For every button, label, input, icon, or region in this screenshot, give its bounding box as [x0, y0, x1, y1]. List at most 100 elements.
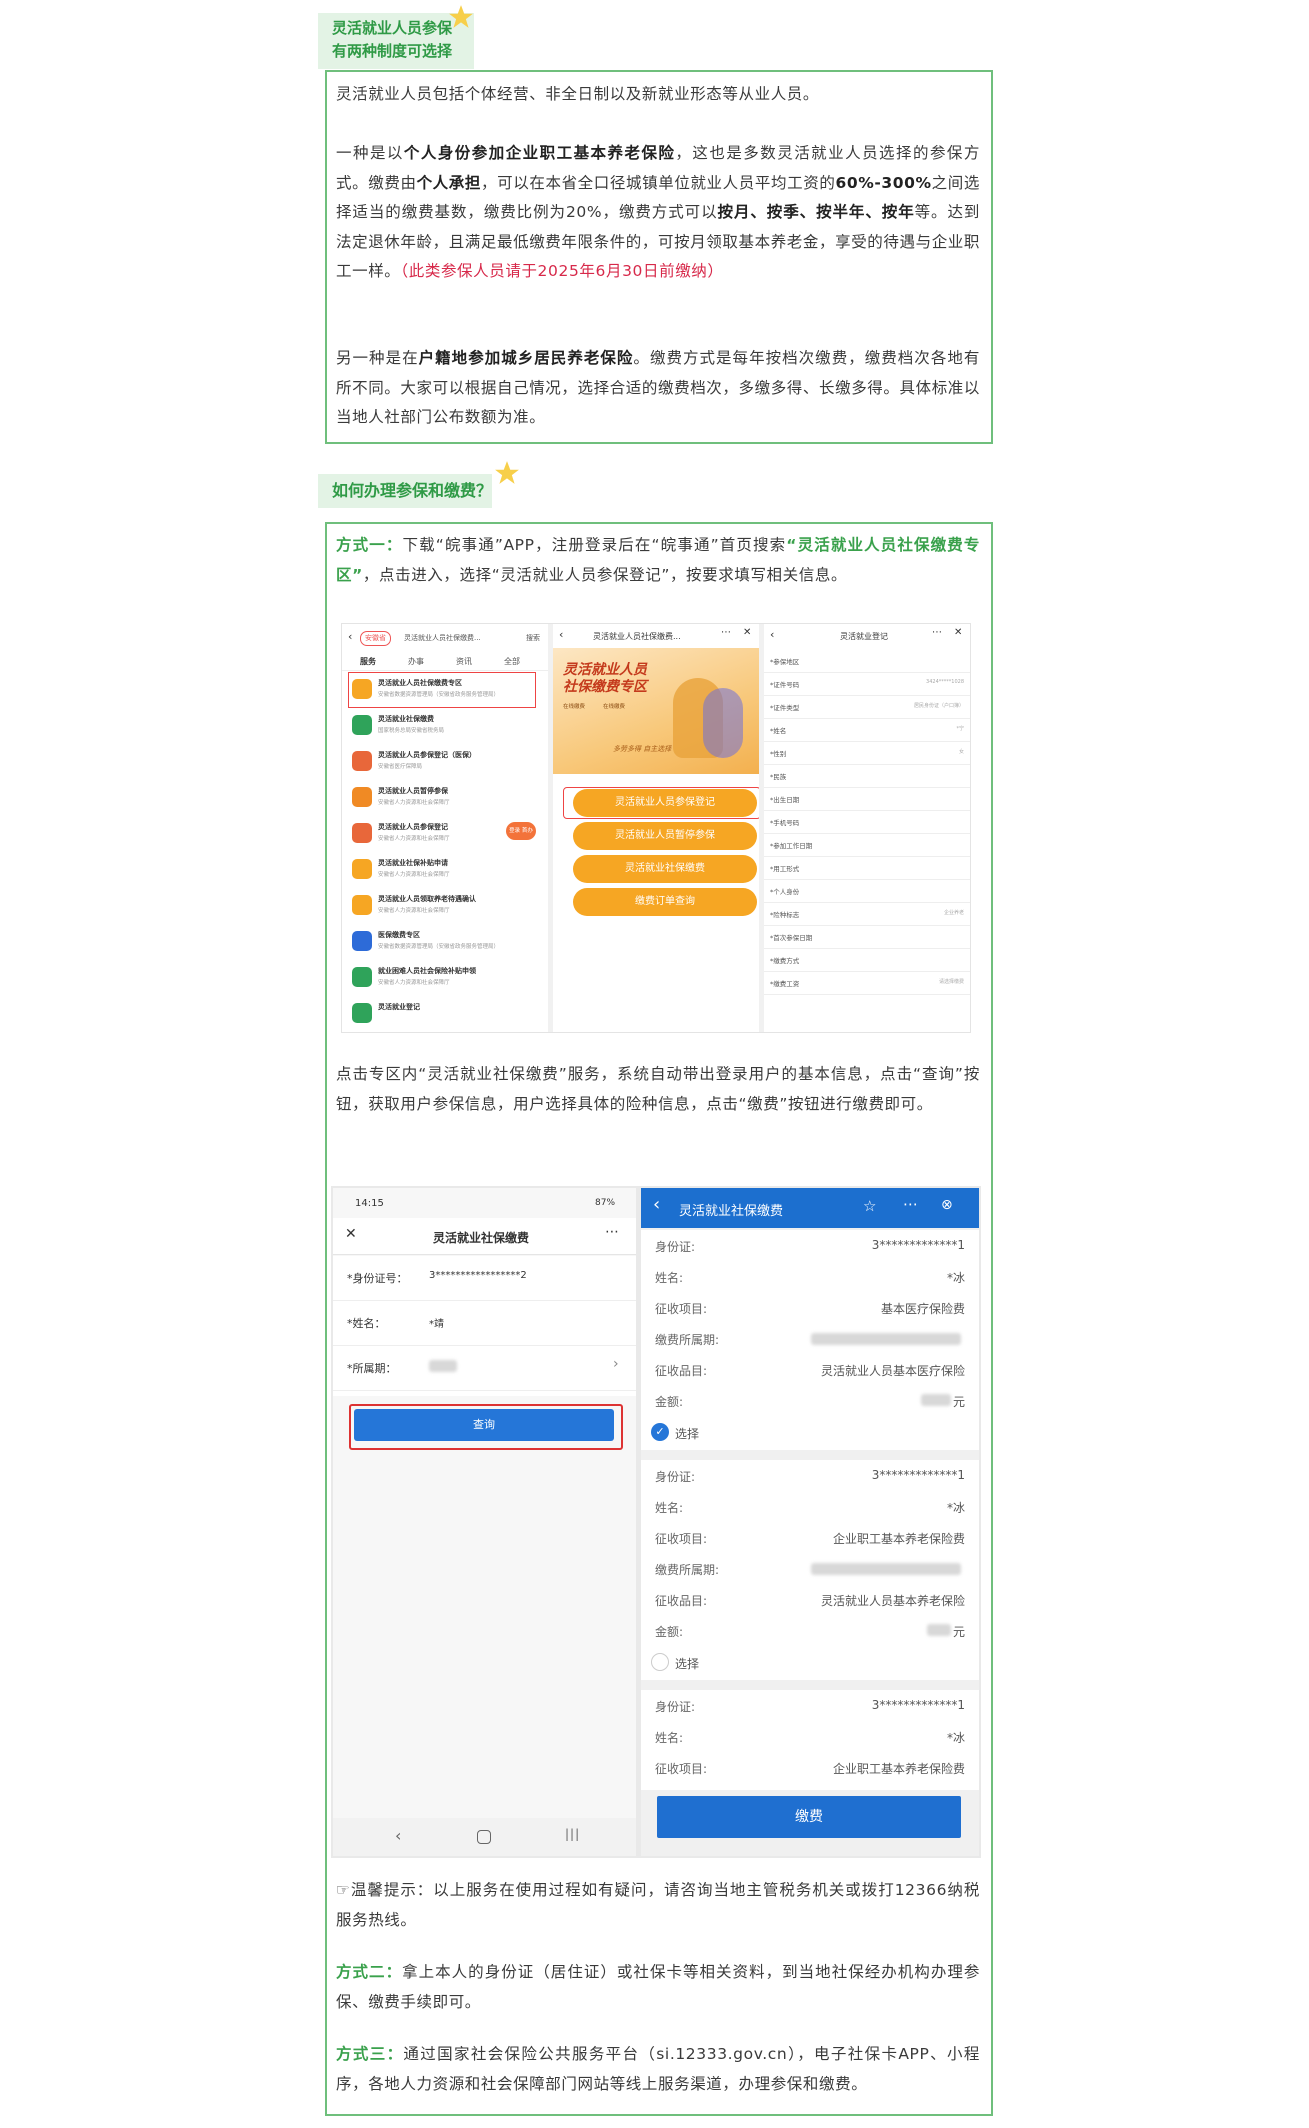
tab-all[interactable]: 全部 — [504, 656, 520, 667]
record-item-label: 征收项目: — [655, 1532, 708, 1546]
service-icon — [352, 823, 372, 843]
back-icon[interactable]: ‹ — [559, 628, 563, 641]
record-period-blurred — [811, 1333, 961, 1345]
form-row[interactable]: *手机号码 — [764, 811, 970, 834]
more-icon[interactable]: ⋯ — [605, 1224, 619, 1240]
form-row[interactable]: *出生日期 — [764, 788, 970, 811]
record-select-label[interactable]: 选择 — [675, 1655, 699, 1672]
back-nav-icon[interactable]: ‹ — [395, 1826, 401, 1845]
list-item[interactable]: 灵活就业人员社保缴费专区 安徽省数据资源管理局（安徽省政务服务管理局） — [352, 676, 538, 706]
form-row[interactable]: *参加工作日期 — [764, 834, 970, 857]
id-row[interactable]: *身份证号： 3*****************2 — [333, 1256, 636, 1301]
back-icon[interactable]: ‹ — [348, 630, 352, 643]
list-item[interactable]: 灵活就业登记 — [352, 1000, 538, 1023]
record-select-label[interactable]: 选择 — [675, 1425, 699, 1442]
method2-content: 拿上本人的身份证（居住证）或社保卡等相关资料，到当地社保经办机构办理参保、缴费手… — [336, 1963, 980, 2011]
list-item[interactable]: 就业困难人员社会保险补贴申领 安徽省人力资源和社会保障厅 — [352, 964, 538, 994]
list-item-title: 灵活就业人员参保登记 — [378, 823, 448, 831]
more-icon[interactable]: ⋯ — [903, 1195, 918, 1213]
payment-page-title: 灵活就业社保缴费 — [679, 1204, 784, 1219]
p2-deadline-note: （此类参保人员请于2025年6月30日前缴纳） — [400, 262, 724, 280]
service-icon — [352, 751, 372, 771]
form-row[interactable]: *参保地区 — [764, 650, 970, 673]
record-amount-blurred — [927, 1624, 951, 1636]
field-label: *证件类型 — [770, 704, 800, 712]
record-period-label: 缴费所属期: — [655, 1563, 720, 1577]
record-name: *冰 — [946, 1731, 965, 1745]
period-row[interactable]: *所属期： › — [333, 1346, 636, 1391]
form-row[interactable]: *证件类型 居民身份证（户口簿） — [764, 696, 970, 719]
order-query-button[interactable]: 缴费订单查询 — [573, 888, 757, 916]
suspend-button[interactable]: 灵活就业人员暂停参保 — [573, 822, 757, 850]
back-icon[interactable]: ‹ — [770, 628, 774, 641]
search-button[interactable]: 搜索 — [526, 633, 540, 643]
province-select[interactable]: 安徽省 — [360, 631, 391, 646]
field-value: 3424*****1028 — [926, 679, 964, 685]
list-item-title: 灵活就业社保补贴申请 — [378, 859, 448, 867]
star-icon — [449, 5, 473, 28]
form-row[interactable]: *姓名 *宁 — [764, 719, 970, 742]
form-row[interactable]: *证件号码 3424*****1028 — [764, 673, 970, 696]
banner-line2: 社保缴费专区 — [563, 679, 647, 695]
form-row[interactable]: *用工形式 — [764, 857, 970, 880]
register-button[interactable]: 灵活就业人员参保登记 — [573, 789, 757, 817]
form-row[interactable]: *险种标志 企业养老 — [764, 903, 970, 926]
field-label: *缴费方式 — [770, 957, 800, 965]
list-item[interactable]: 灵活就业人员领取养老待遇确认 安徽省人力资源和社会保障厅 — [352, 892, 538, 922]
status-battery: 87% — [595, 1198, 616, 1208]
list-item[interactable]: 灵活就业社保补贴申请 安徽省人力资源和社会保障厅 — [352, 856, 538, 886]
mid-text: 点击专区内“灵活就业社保缴费”服务，系统自动带出登录用户的基本信息，点击“查询”… — [336, 1065, 980, 1113]
query-page-title: 灵活就业社保缴费 — [433, 1231, 530, 1245]
star-outline-icon[interactable]: ☆ — [863, 1197, 876, 1215]
pay-service-button[interactable]: 灵活就业社保缴费 — [573, 855, 757, 883]
back-icon[interactable]: ‹ — [653, 1194, 660, 1215]
home-nav-icon[interactable] — [477, 1830, 491, 1844]
record-item: 企业职工基本养老保险费 — [832, 1532, 965, 1546]
field-label: *用工形式 — [770, 865, 800, 873]
form-row[interactable]: *缴费工资 请选择缴费 — [764, 972, 970, 995]
id-label: *身份证号： — [347, 1272, 408, 1285]
more-icon[interactable]: ⋯ — [932, 627, 942, 638]
period-label: *所属期： — [347, 1362, 397, 1375]
list-item[interactable]: 医保缴费专区 安徽省数据资源管理局（安徽省政务服务管理局） — [352, 928, 538, 958]
record-card: 身份证: 3*************1 姓名: *冰 征收项目: 企业职工基本… — [641, 1690, 979, 1790]
checkbox-unchecked-icon[interactable] — [651, 1653, 669, 1671]
recents-nav-icon[interactable]: ||| — [565, 1827, 580, 1841]
p2-b: 个人身份参加企业职工基本养老保险 — [403, 144, 676, 162]
method3-text: 方式三：通过国家社会保险公共服务平台（si.12333.gov.cn），电子社保… — [336, 2040, 980, 2099]
query-button[interactable]: 查询 — [354, 1409, 614, 1441]
name-row[interactable]: *姓名： *靖 — [333, 1301, 636, 1346]
search-input[interactable]: 灵活就业人员社保缴费... — [404, 633, 481, 643]
field-value: *宁 — [956, 726, 964, 732]
form-row[interactable]: *民族 — [764, 765, 970, 788]
close-icon[interactable]: ✕ — [954, 627, 962, 638]
tab-news[interactable]: 资讯 — [456, 656, 472, 667]
service-icon — [352, 931, 372, 951]
floating-login-badge[interactable]: 登录 首办 — [506, 822, 536, 840]
pay-button[interactable]: 缴费 — [657, 1796, 961, 1838]
p3-a: 另一种是在 — [336, 349, 419, 367]
close-icon[interactable]: ✕ — [345, 1226, 357, 1242]
form-row[interactable]: *性别 女 — [764, 742, 970, 765]
list-item-title: 灵活就业人员参保登记（医保） — [378, 751, 476, 759]
list-item[interactable]: 灵活就业人员参保登记（医保） 安徽省医疗保障局 — [352, 748, 538, 778]
form-row[interactable]: *缴费方式 — [764, 949, 970, 972]
method1-label: 方式一： — [336, 536, 403, 554]
tab-affairs[interactable]: 办事 — [408, 656, 424, 667]
close-icon[interactable]: ✕ — [743, 627, 751, 638]
list-item[interactable]: 灵活就业人员暂停参保 安徽省人力资源和社会保障厅 — [352, 784, 538, 814]
tab-service[interactable]: 服务 — [360, 656, 376, 667]
form-row[interactable]: *个人身份 — [764, 880, 970, 903]
record-id: 3*************1 — [871, 1468, 965, 1482]
section1-title-line2: 有两种制度可选择 — [332, 42, 453, 60]
list-item-title: 医保缴费专区 — [378, 931, 420, 939]
method2-label: 方式二： — [336, 1963, 403, 1981]
form-fields: *参保地区 *证件号码 3424*****1028 *证件类型 居民身份证（户口簿）… — [764, 650, 970, 1030]
more-icon[interactable]: ⋯ — [721, 627, 731, 638]
list-item[interactable]: 灵活就业社保缴费 国家税务总局安徽省税务局 — [352, 712, 538, 742]
form-row[interactable]: *首次参保日期 — [764, 926, 970, 949]
close-circle-icon[interactable]: ⊗ — [941, 1197, 953, 1213]
checkbox-checked-icon[interactable]: ✓ — [651, 1423, 669, 1441]
phone-search-results: ‹ 安徽省 灵活就业人员社保缴费... 搜索 服务 办事 资讯 全部 灵活就业人… — [342, 624, 548, 1032]
p2-d: 个人承担 — [416, 173, 482, 192]
